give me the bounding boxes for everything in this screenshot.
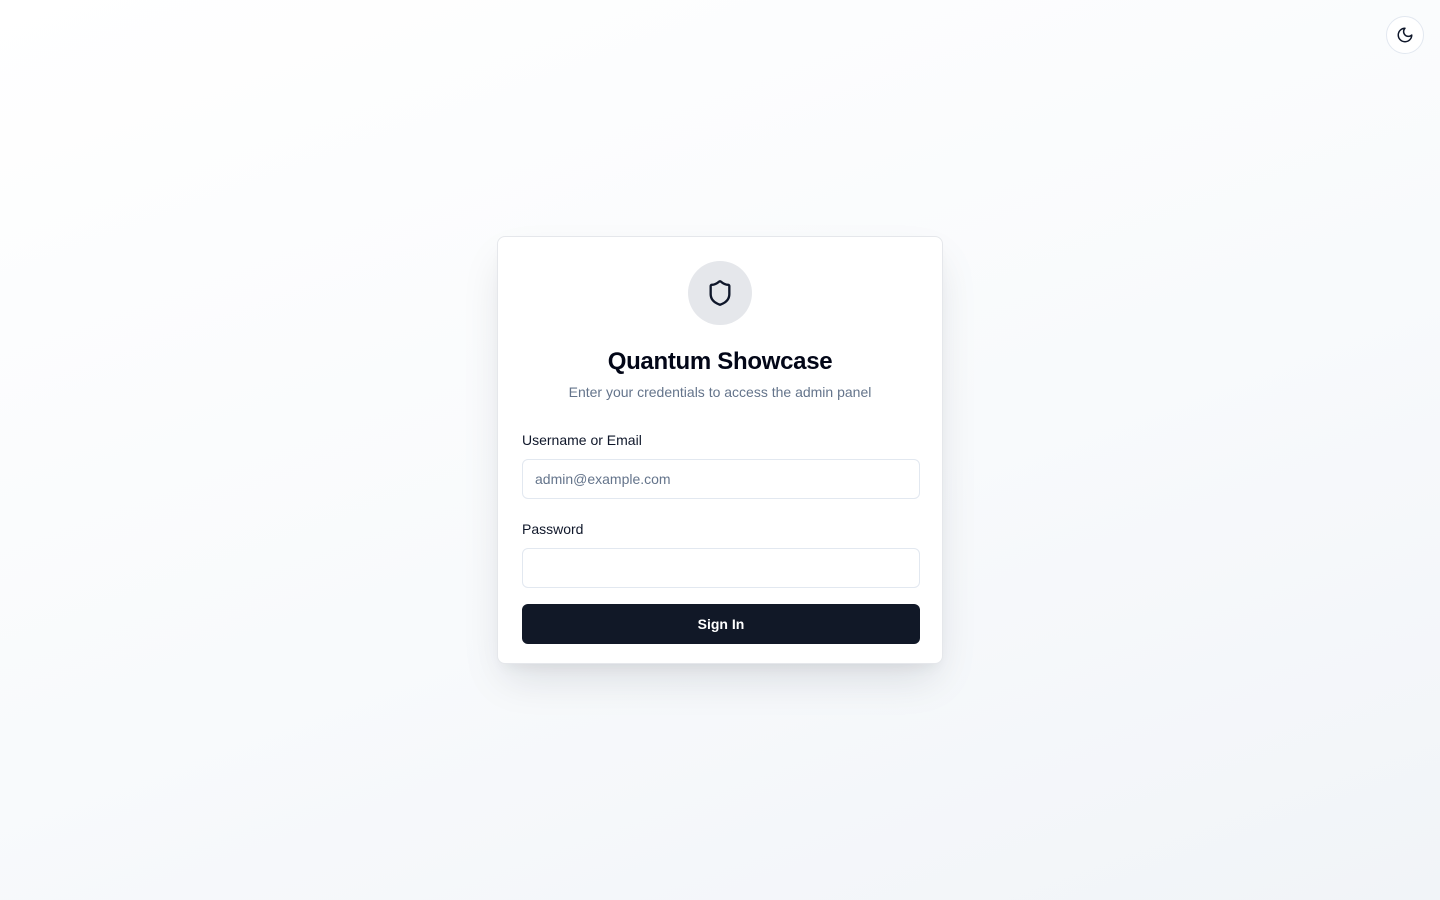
- password-input[interactable]: [522, 548, 920, 588]
- theme-toggle-button[interactable]: [1386, 16, 1424, 54]
- page-title: Quantum Showcase: [607, 348, 833, 375]
- page-subtitle: Enter your credentials to access the adm…: [568, 384, 872, 400]
- logo-badge: [688, 261, 752, 325]
- username-label: Username or Email: [522, 432, 642, 448]
- password-label: Password: [522, 521, 584, 537]
- username-input[interactable]: [522, 459, 920, 499]
- sign-in-button[interactable]: Sign In: [522, 604, 920, 644]
- shield-icon: [709, 280, 731, 306]
- login-card: Quantum Showcase Enter your credentials …: [497, 236, 943, 664]
- moon-icon: [1397, 27, 1413, 43]
- login-form: Username or Email Password Sign In: [522, 430, 920, 644]
